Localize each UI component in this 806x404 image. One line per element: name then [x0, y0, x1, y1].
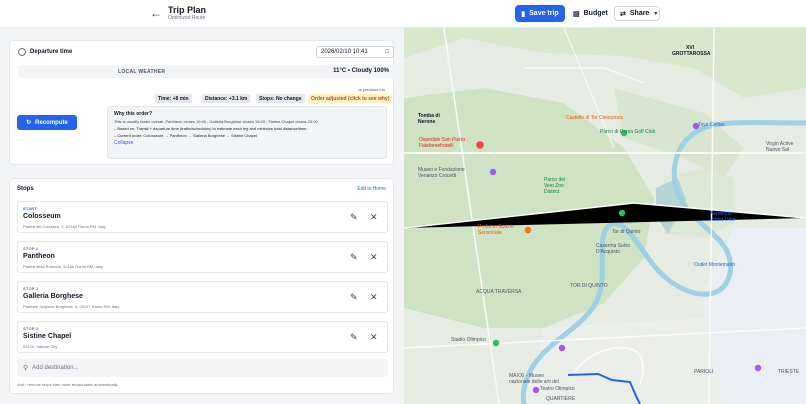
weather-value: 11°C • Cloudy 100%	[333, 68, 389, 74]
chip-distance: Distance: +3.1 km	[202, 94, 251, 103]
chip-stops: Stops: No change	[256, 94, 305, 103]
stop-item[interactable]: STOP 3 Sistine Chapel 00120, Vatican Cit…	[17, 321, 388, 353]
map-label: PARIOLI	[694, 369, 714, 375]
stop-tag: STOP 1	[23, 246, 39, 251]
page-title: Trip Plan	[168, 5, 207, 15]
edit-pencil-icon[interactable]: ✎	[350, 212, 358, 223]
map-panel[interactable]: GROTTAROSSA XVI Tomba di Nerone Castello…	[404, 28, 806, 404]
page-subtitle: Optimized Route	[168, 15, 206, 21]
map-label: TOR DI QUINTO	[570, 283, 608, 289]
why-line-1: This is usually faster overall. Pantheon…	[114, 119, 318, 124]
map-label: Caserma Salvo D'Acquisto	[596, 243, 631, 255]
stop-tag: STOP 2	[23, 286, 39, 291]
stop-name: Colosseum	[23, 213, 61, 220]
why-line-3: – Current order: Colosseum → Pantheon → …	[114, 133, 257, 138]
map-label: Ospedale San Pietro Fatebenefratelli	[419, 137, 466, 149]
map-label: Profumo Spazio Sensoriale	[478, 224, 514, 236]
why-line-2: – Based on: Transit + departure time (tr…	[114, 126, 308, 131]
map-label: ACQUA TRAVERSA	[476, 289, 522, 295]
chip-time: Time: +8 min	[155, 94, 192, 103]
map-label: XVI	[686, 45, 695, 51]
edit-in-home-link[interactable]: Edit in Home	[357, 186, 386, 192]
clock-icon	[18, 48, 26, 56]
why-order-panel: Why this order? This is usually faster o…	[107, 106, 387, 159]
weather-label: LOCAL WEATHER	[118, 69, 166, 75]
share-icon: ⇄	[620, 10, 626, 18]
budget-button[interactable]: ▤ Budget	[568, 6, 613, 21]
stop-address: 00120, Vatican City	[23, 344, 58, 349]
stop-address: Piazzale Scipione Borghese, 5, 00197 Rom…	[23, 304, 120, 309]
recompute-button[interactable]: ↻ Recompute	[17, 115, 77, 130]
map-label: Parco dei Veio Zoo District	[544, 177, 566, 195]
departure-datetime-input[interactable]: 2026/02/10 10:41 □	[316, 46, 394, 58]
refresh-icon: ↻	[26, 120, 32, 126]
add-destination-input[interactable]: ⚲ Add destination...	[17, 359, 388, 377]
search-icon: ⚲	[23, 365, 29, 372]
edit-pencil-icon[interactable]: ✎	[350, 252, 358, 263]
departure-label: Departure time	[30, 49, 73, 55]
departure-card: Departure time 2026/02/10 10:41 □ LOCAL …	[9, 40, 395, 165]
edit-pencil-icon[interactable]: ✎	[350, 292, 358, 303]
stop-name: Sistine Chapel	[23, 333, 72, 340]
stops-hint: Add / remove stops then route recalculat…	[17, 382, 119, 387]
map-label: Stadio Olimpico	[451, 337, 487, 343]
weather-bar: LOCAL WEATHER 11°C • Cloudy 100%	[18, 65, 395, 78]
map-label: Aeroporto Roma Urbe	[710, 211, 736, 223]
share-button[interactable]: ⇄ Share ▼	[614, 6, 660, 21]
map-label: TRIESTE	[778, 369, 800, 375]
stop-item[interactable]: STOP 2 Galleria Borghese Piazzale Scipio…	[17, 281, 388, 313]
stop-tag: STOP 3	[23, 326, 39, 331]
stop-item[interactable]: STOP 1 Pantheon Piazza della Rotonda, 00…	[17, 241, 388, 273]
why-title: Why this order?	[114, 111, 153, 117]
chevron-down-icon: ▼	[653, 10, 659, 17]
wallet-icon: ▤	[573, 10, 580, 18]
map-label: Tomba di Nerone	[418, 113, 440, 125]
bookmark-icon: ▮	[521, 10, 526, 18]
map-label: Toyz Center	[698, 122, 725, 128]
back-arrow-icon[interactable]: ←	[150, 6, 162, 20]
remove-x-icon[interactable]: ✕	[370, 332, 378, 343]
map-label: Parco di Roma Golf Club	[600, 129, 656, 135]
map-label: GROTTAROSSA	[672, 51, 711, 57]
map-label: Museo e Fondazione Venanzo Crocetti	[418, 167, 465, 179]
stop-item[interactable]: START Colosseum Piazza del Colosseo, 1, …	[17, 201, 388, 233]
order-adjusted-chip[interactable]: Order adjusted (click to see why)	[308, 94, 393, 103]
stop-name: Galleria Borghese	[23, 293, 83, 300]
left-panel: Departure time 2026/02/10 10:41 □ LOCAL …	[0, 28, 404, 404]
stops-title: Stops	[17, 186, 34, 192]
map-label: Outlet Montemario	[694, 262, 736, 268]
top-bar: ← Trip Plan Optimized Route ▮ Save trip …	[0, 0, 806, 28]
map-label: QUARTIERE	[546, 396, 576, 402]
map-label: Tor di Quinto	[612, 229, 641, 235]
stop-address: Piazza del Colosseo, 1, 00184 Roma RM, I…	[23, 224, 106, 229]
stop-name: Pantheon	[23, 253, 55, 260]
edit-pencil-icon[interactable]: ✎	[350, 332, 358, 343]
map-label: Virgin Active Nuovo Sal	[766, 141, 794, 153]
map-label: Castello di Tor Crescenza	[566, 115, 623, 121]
remove-x-icon[interactable]: ✕	[370, 212, 378, 223]
vs-previous-run: vs previous run	[357, 87, 385, 92]
stop-address: Piazza della Rotonda, 00186 Roma RM, Ita…	[23, 264, 103, 269]
remove-x-icon[interactable]: ✕	[370, 252, 378, 263]
stop-tag: START	[23, 206, 38, 211]
calendar-icon: □	[385, 49, 389, 55]
map-label: MAXXI - Museo nazionale delle arti del	[509, 373, 559, 385]
stops-card: Stops Edit in Home START Colosseum Piazz…	[9, 178, 394, 394]
map-canvas	[404, 28, 806, 404]
collapse-link[interactable]: Collapse	[114, 140, 380, 146]
map-label: Teatro Olimpico	[540, 386, 575, 392]
remove-x-icon[interactable]: ✕	[370, 292, 378, 303]
save-trip-button[interactable]: ▮ Save trip	[515, 5, 565, 22]
